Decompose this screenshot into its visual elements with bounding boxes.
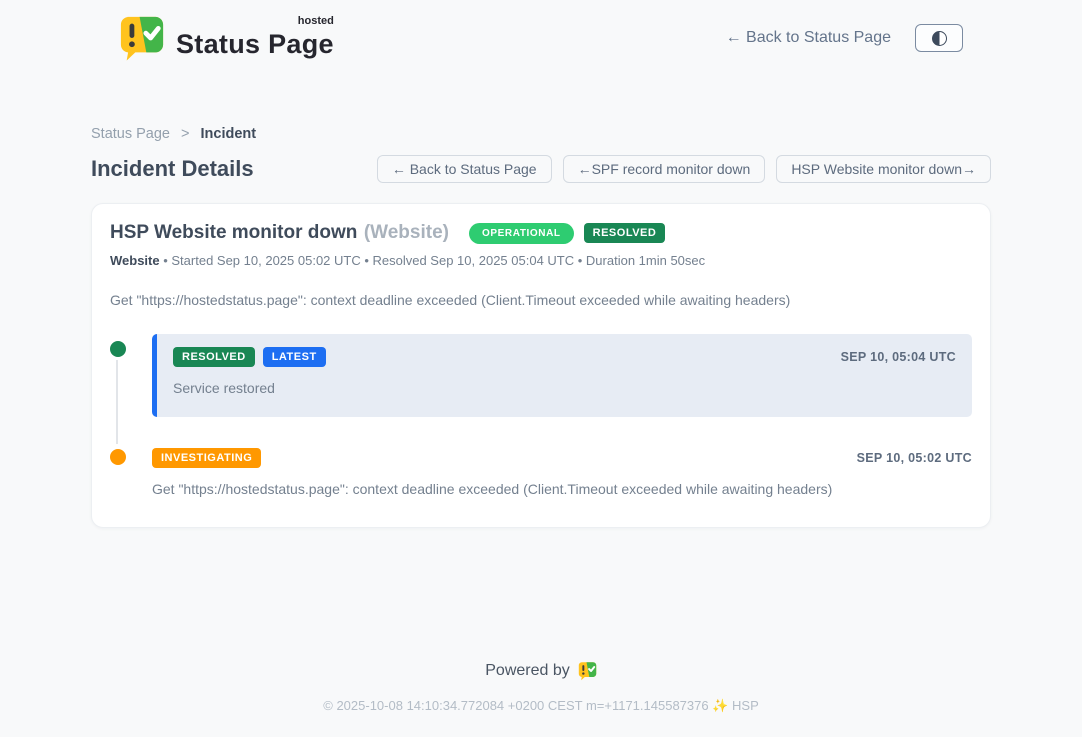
timeline-timestamp: SEP 10, 05:02 UTC	[857, 451, 972, 465]
breadcrumb: Status Page > Incident	[91, 126, 991, 142]
breadcrumb-current: Incident	[201, 126, 257, 142]
theme-toggle-button[interactable]	[915, 24, 963, 52]
breadcrumb-root[interactable]: Status Page	[91, 126, 170, 142]
operational-status-badge: OPERATIONAL	[469, 223, 574, 244]
prev-incident-button[interactable]: ←SPF record monitor down	[563, 155, 766, 183]
brand-hosted-badge: hosted	[298, 15, 334, 27]
page-title: Incident Details	[91, 156, 254, 182]
incident-meta-component: Website	[110, 253, 160, 268]
status-page-logo-icon	[119, 14, 165, 62]
brand-name: Status Page	[176, 29, 334, 59]
incident-component: (Website)	[364, 222, 449, 243]
timeline-message: Get "https://hostedstatus.page": context…	[152, 481, 972, 497]
footer-logo-icon	[578, 661, 597, 681]
back-to-status-page-button[interactable]: ← Back to Status Page	[377, 155, 552, 183]
timeline-dot-green	[110, 341, 126, 357]
timeline-entry-resolved: RESOLVED LATEST SEP 10, 05:04 UTC Servic…	[110, 334, 972, 417]
next-incident-button[interactable]: HSP Website monitor down→	[776, 155, 991, 183]
timeline-investigating-badge: INVESTIGATING	[152, 448, 261, 468]
main-content: Status Page > Incident Incident Details …	[91, 126, 991, 528]
timeline-entry-investigating: INVESTIGATING SEP 10, 05:02 UTC Get "htt…	[110, 448, 972, 497]
brand: Status Page hosted	[119, 14, 334, 62]
latest-update-panel: RESOLVED LATEST SEP 10, 05:04 UTC Servic…	[152, 334, 972, 417]
copyright-text: © 2025-10-08 14:10:34.772084 +0200 CEST …	[0, 698, 1082, 714]
incident-meta-details: • Started Sep 10, 2025 05:02 UTC • Resol…	[160, 253, 706, 268]
incident-card: HSP Website monitor down (Website) OPERA…	[91, 203, 991, 528]
timeline-timestamp: SEP 10, 05:04 UTC	[841, 350, 956, 364]
incident-description: Get "https://hostedstatus.page": context…	[110, 292, 972, 308]
powered-by-label: Powered by	[485, 662, 570, 680]
breadcrumb-separator: >	[181, 126, 189, 142]
incident-timeline: RESOLVED LATEST SEP 10, 05:04 UTC Servic…	[110, 334, 972, 497]
timeline-latest-badge: LATEST	[263, 347, 326, 367]
resolved-status-badge: RESOLVED	[584, 223, 666, 243]
timeline-connector-line	[116, 360, 118, 444]
timeline-dot-orange	[110, 449, 126, 465]
contrast-icon	[932, 31, 947, 46]
incident-meta: Website • Started Sep 10, 2025 05:02 UTC…	[110, 253, 972, 268]
header-back-link[interactable]: ← Back to Status Page	[726, 29, 891, 47]
header: Status Page hosted ← Back to Status Page	[119, 0, 963, 62]
footer: Powered by © 2025-10-08 14:10:34.772084 …	[0, 661, 1082, 714]
timeline-message: Service restored	[173, 380, 956, 396]
incident-title: HSP Website monitor down	[110, 222, 357, 243]
timeline-resolved-badge: RESOLVED	[173, 347, 255, 367]
incident-nav-buttons: ← Back to Status Page ←SPF record monito…	[377, 155, 991, 183]
